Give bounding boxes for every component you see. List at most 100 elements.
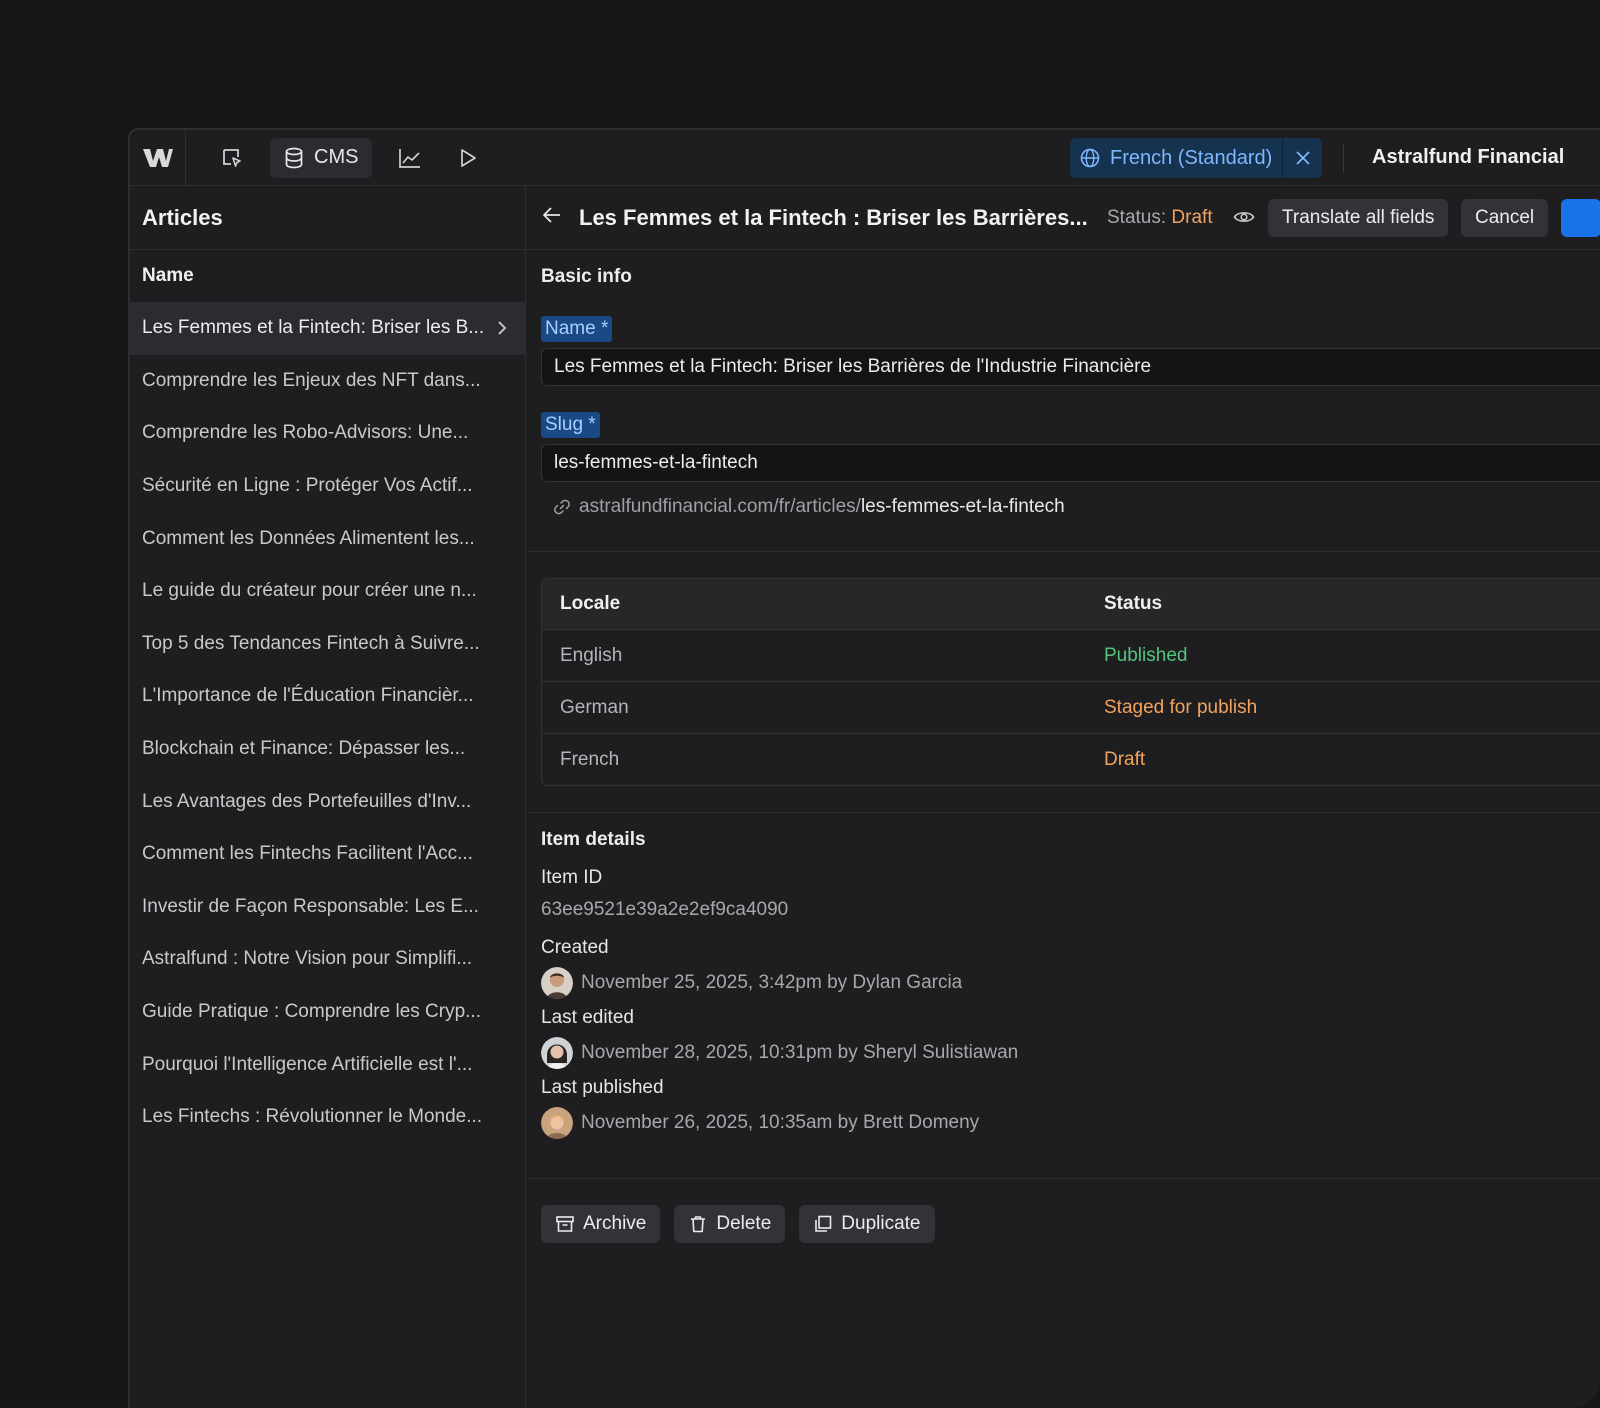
- item-id-label: Item ID: [541, 867, 603, 888]
- sidebar-item-label: Top 5 des Tendances Fintech à Suivre...: [142, 632, 480, 654]
- sidebar-item[interactable]: L'Importance de l'Éducation Financièr...: [130, 670, 525, 723]
- sidebar-item[interactable]: Astralfund : Notre Vision pour Simplifi.…: [130, 933, 525, 986]
- divider: [1343, 144, 1344, 172]
- item-title: Les Femmes et la Fintech : Briser les Ba…: [579, 205, 1088, 230]
- sidebar-item[interactable]: Pourquoi l'Intelligence Artificielle est…: [130, 1038, 525, 1091]
- preview-eye-button[interactable]: [1233, 208, 1255, 231]
- chevron-right-icon: [498, 321, 507, 335]
- clear-locale-button[interactable]: [1282, 138, 1322, 178]
- sidebar-item-label: Comment les Fintechs Facilitent l'Acc...: [142, 843, 473, 865]
- table-row[interactable]: German Staged for publish: [542, 681, 1600, 733]
- preview-button[interactable]: [448, 138, 488, 178]
- sidebar-item[interactable]: Les Femmes et la Fintech: Briser les B..…: [130, 302, 525, 355]
- globe-icon: [1080, 148, 1100, 168]
- last-published-label: Last published: [541, 1077, 664, 1098]
- designer-button[interactable]: [212, 138, 252, 178]
- archive-button[interactable]: Archive: [541, 1205, 661, 1243]
- locale-cell: German: [560, 696, 629, 718]
- table-row[interactable]: English Published: [542, 629, 1600, 681]
- sidebar-item-label: Blockchain et Finance: Dépasser les...: [142, 738, 466, 760]
- created-label: Created: [541, 937, 609, 958]
- close-icon: [1296, 151, 1310, 165]
- sidebar-item[interactable]: Les Fintechs : Révolutionner le Monde...: [130, 1091, 525, 1144]
- sidebar-item[interactable]: Top 5 des Tendances Fintech à Suivre...: [130, 618, 525, 671]
- created-value: November 25, 2025, 3:42pm by Dylan Garci…: [581, 972, 963, 993]
- item-details-title: Item details: [541, 829, 646, 850]
- locale-button[interactable]: French (Standard): [1070, 138, 1282, 178]
- item-actions: Archive Delete Duplicate: [527, 1179, 1600, 1243]
- duplicate-label: Duplicate: [841, 1213, 921, 1234]
- basic-info-title: Basic info: [541, 266, 632, 287]
- sidebar-item-label: Comprendre les Enjeux des NFT dans...: [142, 369, 481, 391]
- locale-column-header: Locale: [560, 593, 621, 614]
- sidebar-item[interactable]: Investir de Façon Responsable: Les E...: [130, 881, 525, 934]
- sidebar-item-label: Comprendre les Robo-Advisors: Une...: [142, 422, 469, 444]
- sidebar-item[interactable]: Comprendre les Enjeux des NFT dans...: [130, 355, 525, 408]
- url-base: astralfundfinancial.com/fr/articles/: [579, 496, 861, 517]
- editor-header: Les Femmes et la Fintech : Briser les Ba…: [527, 186, 1600, 250]
- name-field[interactable]: Les Femmes et la Fintech: Briser les Bar…: [541, 348, 1600, 386]
- database-icon: [285, 147, 303, 168]
- sidebar-item[interactable]: Comment les Données Alimentent les...: [130, 512, 525, 565]
- sidebar-item-label: Le guide du créateur pour créer une n...: [142, 580, 477, 602]
- cms-label: CMS: [314, 146, 359, 168]
- delete-button[interactable]: Delete: [674, 1205, 786, 1243]
- table-row[interactable]: French Draft: [542, 733, 1600, 785]
- translate-all-button[interactable]: Translate all fields: [1268, 199, 1449, 237]
- locale-section: Locale Status English Published German Stag…: [527, 552, 1600, 813]
- locale-cell: French: [560, 748, 620, 770]
- sidebar-item-label: Les Avantages des Portefeuilles d'Inv...: [142, 790, 472, 812]
- sidebar-item[interactable]: Comprendre les Robo-Advisors: Une...: [130, 407, 525, 460]
- sidebar-item-label: Investir de Façon Responsable: Les E...: [142, 895, 479, 917]
- slug-field[interactable]: les-femmes-et-la-fintech: [541, 444, 1600, 482]
- last-edited-label: Last edited: [541, 1007, 634, 1028]
- sidebar-item-label: Comment les Données Alimentent les...: [142, 527, 475, 549]
- sidebar-item[interactable]: Guide Pratique : Comprendre les Cryp...: [130, 986, 525, 1039]
- table-header-row: Locale Status: [542, 579, 1600, 629]
- site-name[interactable]: Astralfund Financial: [1372, 146, 1564, 169]
- sidebar-item-label: Les Femmes et la Fintech: Briser les B..…: [142, 317, 485, 339]
- sidebar-item[interactable]: Les Avantages des Portefeuilles d'Inv...: [130, 775, 525, 828]
- back-button[interactable]: [541, 204, 563, 231]
- cancel-button[interactable]: Cancel: [1461, 199, 1549, 237]
- locale-label: French (Standard): [1110, 146, 1273, 169]
- status-cell: Published: [1104, 644, 1188, 666]
- sidebar-item[interactable]: Sécurité en Ligne : Protéger Vos Actif..…: [130, 460, 525, 513]
- save-button[interactable]: [1561, 199, 1600, 237]
- webflow-logo[interactable]: [130, 130, 186, 186]
- insights-button[interactable]: [390, 138, 430, 178]
- name-field-value: Les Femmes et la Fintech: Briser les Bar…: [554, 356, 1152, 377]
- locale-cell: English: [560, 644, 623, 666]
- duplicate-button[interactable]: Duplicate: [799, 1205, 935, 1243]
- slug-url-preview[interactable]: astralfundfinancial.com/fr/articles/les-…: [541, 496, 1600, 518]
- sidebar-item[interactable]: Le guide du créateur pour créer une n...: [130, 565, 525, 618]
- sidebar-item-label: Sécurité en Ligne : Protéger Vos Actif..…: [142, 475, 473, 497]
- cursor-frame-icon: [223, 148, 241, 167]
- sidebar-item[interactable]: Comment les Fintechs Facilitent l'Acc...: [130, 828, 525, 881]
- created-row: November 25, 2025, 3:42pm by Dylan Garci…: [541, 967, 1600, 999]
- sidebar-item-label: Les Fintechs : Révolutionner le Monde...: [142, 1106, 483, 1128]
- sidebar-title: Articles: [130, 186, 525, 250]
- delete-label: Delete: [716, 1213, 772, 1234]
- basic-info-section: Basic info Name * Les Femmes et la Finte…: [527, 250, 1600, 552]
- sidebar-item[interactable]: Blockchain et Finance: Dépasser les...: [130, 723, 525, 776]
- slug-field-value: les-femmes-et-la-fintech: [554, 452, 758, 473]
- last-published-value: November 26, 2025, 10:35am by Brett Dome…: [581, 1112, 980, 1133]
- avatar: [541, 967, 573, 999]
- sidebar-item-label: Guide Pratique : Comprendre les Cryp...: [142, 1001, 481, 1023]
- last-edited-row: November 28, 2025, 10:31pm by Sheryl Sul…: [541, 1037, 1600, 1069]
- status-cell: Staged for publish: [1104, 696, 1258, 718]
- sidebar-column-header[interactable]: Name: [130, 250, 525, 302]
- eye-icon: [1233, 212, 1255, 222]
- item-editor: Les Femmes et la Fintech : Briser les Ba…: [527, 186, 1600, 1408]
- avatar: [541, 1107, 573, 1139]
- sidebar-list: Les Femmes et la Fintech: Briser les B..…: [130, 302, 525, 1144]
- sidebar: Articles Name Les Femmes et la Fintech: …: [130, 186, 526, 1408]
- arrow-left-icon: [543, 207, 560, 223]
- avatar: [541, 1037, 573, 1069]
- locale-selector[interactable]: French (Standard): [1070, 138, 1323, 178]
- status-value: Draft: [1171, 207, 1213, 228]
- cms-button[interactable]: CMS: [270, 137, 373, 178]
- app-window: CMS French (Standard) Astralfund Financi…: [128, 128, 1600, 1408]
- sidebar-item-label: Astralfund : Notre Vision pour Simplifi.…: [142, 948, 473, 970]
